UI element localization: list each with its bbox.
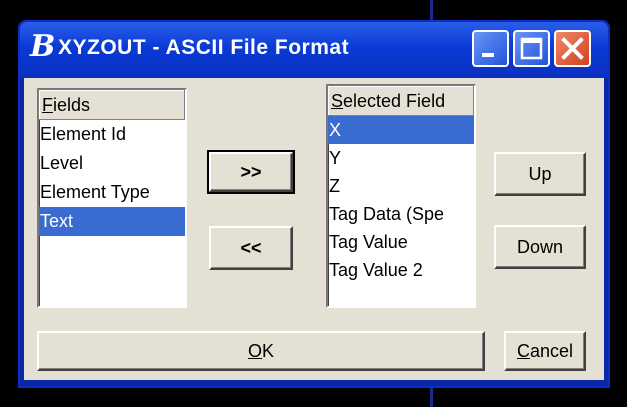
selected-header-accel: S (331, 91, 344, 111)
cancel-button[interactable]: Cancel (504, 331, 586, 371)
list-item[interactable]: Element Type (39, 178, 185, 207)
list-item[interactable]: Y (328, 144, 474, 172)
list-item[interactable]: Z (328, 172, 474, 200)
remove-field-button[interactable]: << (209, 226, 293, 270)
cancel-label: ancel (529, 340, 574, 361)
cancel-accel: C (516, 340, 530, 361)
title-bar[interactable]: B XYZOUT - ASCII File Format (20, 22, 608, 78)
list-item[interactable]: Tag Value 2 (328, 256, 474, 284)
move-up-button[interactable]: Up (494, 152, 586, 196)
move-down-button[interactable]: Down (494, 225, 586, 269)
dialog-body: Fields Element Id Level Element Type Tex… (24, 78, 604, 380)
background-line-bottom (430, 386, 433, 407)
add-field-button[interactable]: >> (207, 150, 295, 194)
list-item[interactable]: Element Id (39, 120, 185, 149)
maximize-icon (520, 37, 543, 60)
ok-label: K (262, 340, 275, 361)
fields-header-accel: F (42, 95, 53, 115)
minimize-button[interactable] (472, 30, 509, 67)
dialog-window: B XYZOUT - ASCII File Format Fields Elem… (18, 20, 610, 388)
close-icon (561, 37, 584, 60)
list-item-selected[interactable]: X (328, 116, 474, 144)
fields-header[interactable]: Fields (39, 90, 185, 120)
app-logo-icon: B (30, 29, 56, 64)
ok-accel: O (247, 340, 262, 361)
selected-header-text: elected Field (343, 91, 446, 111)
maximize-button[interactable] (513, 30, 550, 67)
list-item[interactable]: Tag Value (328, 228, 474, 256)
window-title: XYZOUT - ASCII File Format (58, 36, 350, 59)
list-item[interactable]: Level (39, 149, 185, 178)
selected-fields-header[interactable]: Selected Field (328, 86, 474, 116)
list-item-selected[interactable]: Text (39, 207, 185, 236)
selected-fields-listbox[interactable]: Selected Field X Y Z Tag Data (Spe Tag V… (326, 84, 476, 308)
list-item[interactable]: Tag Data (Spe (328, 200, 474, 228)
minimize-icon (482, 53, 494, 57)
background-line-top (430, 0, 433, 22)
fields-listbox[interactable]: Fields Element Id Level Element Type Tex… (37, 88, 187, 308)
fields-header-text: ields (53, 95, 91, 115)
close-button[interactable] (554, 30, 591, 67)
ok-button[interactable]: OK (37, 331, 485, 371)
